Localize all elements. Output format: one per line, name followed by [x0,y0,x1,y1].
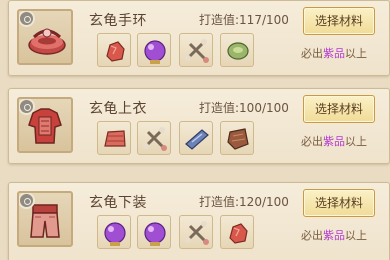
quality-badge-icon [19,193,35,209]
purple-orb-icon[interactable] [97,215,131,249]
armor-top-icon[interactable] [17,97,73,153]
red-ore-icon[interactable] [97,33,131,67]
select-material-button[interactable]: 选择材料 [303,7,375,35]
armor-pants-icon[interactable] [17,191,73,247]
green-gem-icon[interactable] [220,33,254,67]
item-name: 玄龟上衣 [89,101,147,117]
quality-hint: 必出紫品以上 [301,229,367,242]
brown-hide-icon[interactable] [220,121,254,155]
red-cloth-icon[interactable] [97,121,131,155]
forge-score-value: 117/100 [239,13,289,27]
monster-bone-icon[interactable] [137,121,171,155]
forge-card-top: 玄龟上衣 打造值:100/100 选择材料 必出紫品以上 [8,88,390,164]
select-material-button[interactable]: 选择材料 [303,95,375,123]
quality-badge-icon [19,99,35,115]
quality-hint: 必出紫品以上 [301,47,367,60]
quality-badge-icon [19,11,35,27]
forge-card-bracelet: 玄龟手环 打造值:117/100 选择材料 必出紫品以上 [8,0,390,76]
forge-score-value: 120/100 [239,195,289,209]
forge-score-value: 100/100 [239,101,289,115]
forge-score: 打造值:100/100 [199,101,289,115]
monster-bone-icon[interactable] [179,215,213,249]
blue-scroll-icon[interactable] [179,121,213,155]
red-ore-icon[interactable] [220,215,254,249]
purple-orb-icon[interactable] [137,215,171,249]
purple-orb-icon[interactable] [137,33,171,67]
item-name: 玄龟手环 [89,13,147,29]
forge-score: 打造值:117/100 [199,13,289,27]
item-name: 玄龟下装 [89,195,147,211]
bracelet-icon[interactable] [17,9,73,65]
forge-score: 打造值:120/100 [199,195,289,209]
select-material-button[interactable]: 选择材料 [303,189,375,217]
forge-card-pants: 玄龟下装 打造值:120/100 选择材料 必出紫品以上 [8,182,390,260]
quality-hint: 必出紫品以上 [301,135,367,148]
monster-bone-icon[interactable] [179,33,213,67]
